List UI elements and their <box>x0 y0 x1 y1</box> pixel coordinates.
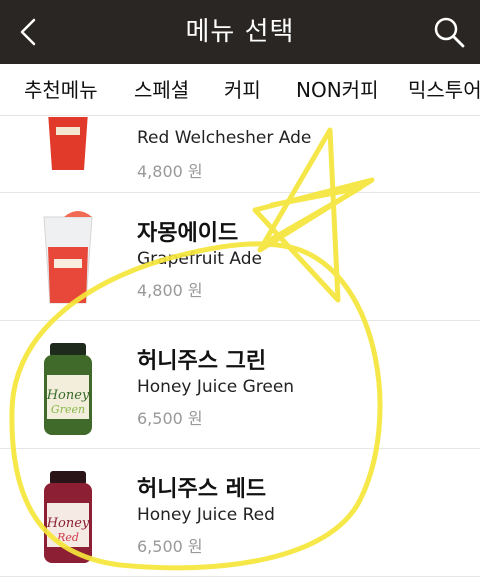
menu-item-honey-juice-green[interactable]: Honey Green 허니주스 그린 Honey Juice Green 6,… <box>0 321 480 449</box>
drink-image <box>43 211 93 304</box>
item-price: 6,500 원 <box>137 409 203 428</box>
item-name-ko: 허니주스 레드 <box>137 477 267 502</box>
svg-text:Honey: Honey <box>46 516 90 531</box>
svg-text:Green: Green <box>51 403 85 416</box>
tab-coffee[interactable]: 커피 <box>224 64 261 115</box>
app-header: 메뉴 선택 <box>0 0 480 64</box>
tab-recommended[interactable]: 추천메뉴 <box>24 64 98 115</box>
item-name-en: Honey Juice Green <box>137 377 295 397</box>
menu-item-red-welchesher-ade[interactable]: Red Welchesher Ade 4,800 원 <box>0 117 480 193</box>
item-name-ko: 자몽에이드 <box>137 221 239 246</box>
item-name-en: Honey Juice Red <box>137 505 275 525</box>
item-name-en: Red Welchesher Ade <box>137 128 312 148</box>
item-price: 6,500 원 <box>137 537 203 556</box>
item-name-en: Grapefruit Ade <box>137 249 262 269</box>
item-name-ko: 허니주스 그린 <box>137 349 267 374</box>
menu-item-honey-juice-red[interactable]: Honey Red 허니주스 레드 Honey Juice Red 6,500 … <box>0 449 480 577</box>
jar-image: Honey Red <box>44 471 92 563</box>
svg-text:Honey: Honey <box>46 388 90 403</box>
drink-image <box>48 117 88 170</box>
tab-special[interactable]: 스페셜 <box>134 64 189 115</box>
page-title: 메뉴 선택 <box>185 17 295 47</box>
svg-text:Red: Red <box>56 531 79 544</box>
menu-item-grapefruit-ade[interactable]: 자몽에이드 Grapefruit Ade 4,800 원 <box>0 193 480 321</box>
menu-list: Red Welchesher Ade 4,800 원 자몽에이드 Grapefr… <box>0 117 480 585</box>
item-price: 4,800 원 <box>137 281 203 300</box>
jar-image: Honey Green <box>44 343 92 435</box>
category-tabs: 추천메뉴 스페셜 커피 NON커피 믹스투어 <box>0 64 480 116</box>
tab-non-coffee[interactable]: NON커피 <box>296 64 378 115</box>
item-price: 4,800 원 <box>137 162 203 181</box>
tab-mixtour[interactable]: 믹스투어 <box>408 64 480 115</box>
search-icon[interactable] <box>432 15 466 49</box>
